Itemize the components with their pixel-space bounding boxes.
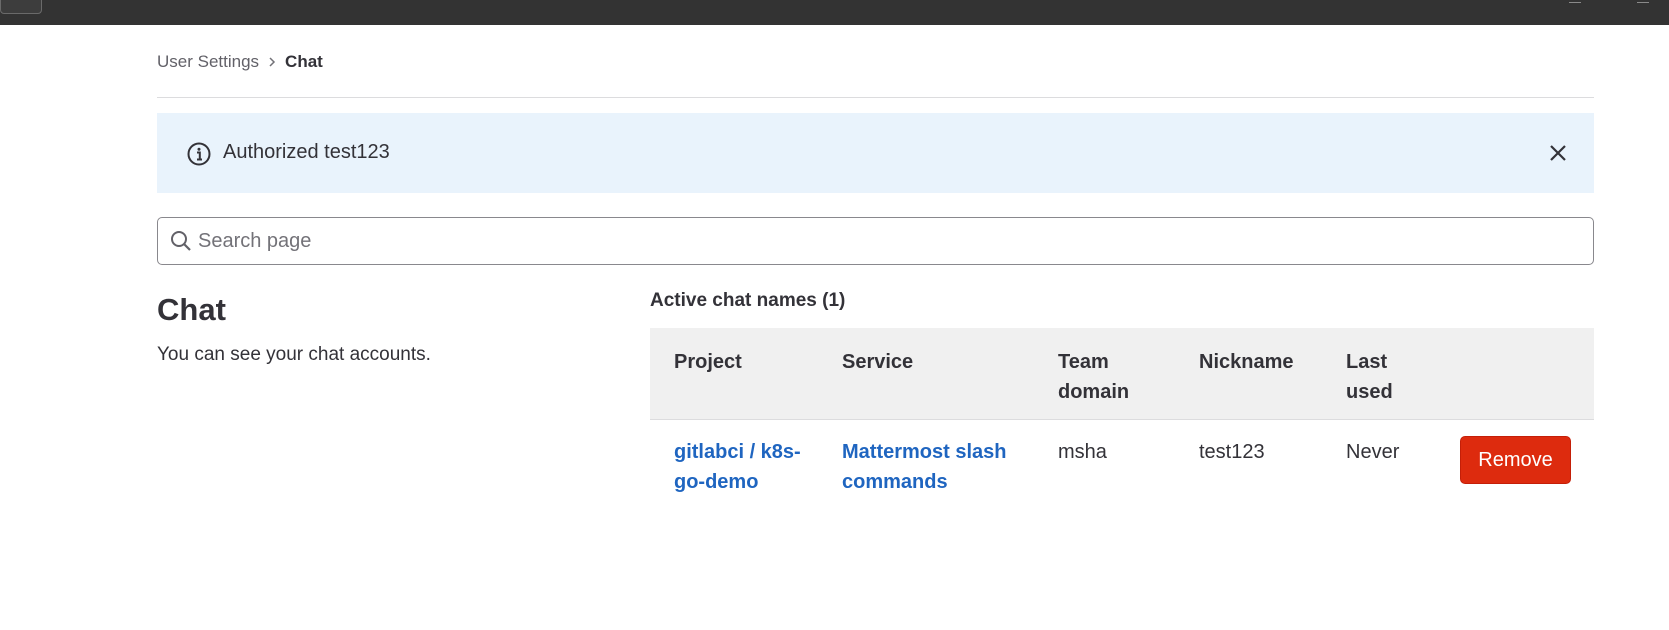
search-icon xyxy=(170,230,192,252)
cell-nickname: test123 xyxy=(1199,440,1265,463)
close-icon[interactable] xyxy=(1547,142,1569,164)
info-circle-icon xyxy=(186,141,212,167)
breadcrumb: User Settings Chat xyxy=(157,51,323,73)
cell-actions: Remove xyxy=(1436,419,1594,534)
chat-names-panel: Active chat names (1) Project Service Te… xyxy=(650,290,1594,493)
section-title: Chat xyxy=(157,292,226,327)
table-caption: Active chat names (1) xyxy=(650,290,846,311)
header-nickname: Nickname xyxy=(1199,351,1294,373)
search-box xyxy=(157,217,1594,265)
window-controls xyxy=(1569,0,1649,6)
table-header-row: Project Service Team domain Nickname Las… xyxy=(650,328,1594,419)
cell-team-domain: msha xyxy=(1058,440,1107,463)
cell-last-used: Never xyxy=(1346,440,1400,463)
breadcrumb-user-settings[interactable]: User Settings xyxy=(157,52,259,72)
section-description: You can see your chat accounts. xyxy=(157,344,431,365)
header-service: Service xyxy=(842,351,914,373)
chat-names-table: Project Service Team domain Nickname Las… xyxy=(650,328,1594,534)
settings-section-info: Chat You can see your chat accounts. xyxy=(157,290,617,366)
cell-project: gitlabci / k8s-go-demo xyxy=(650,419,818,534)
remove-button[interactable]: Remove xyxy=(1460,435,1571,484)
chevron-right-icon xyxy=(259,56,285,68)
alert-message: Authorized test123 xyxy=(223,141,390,163)
browser-top-bar xyxy=(0,0,1669,25)
breadcrumb-current: Chat xyxy=(285,52,323,71)
project-link[interactable]: gitlabci / k8s-go-demo xyxy=(674,441,801,493)
service-link[interactable]: Mattermost slash commands xyxy=(842,441,1007,493)
header-project: Project xyxy=(674,351,742,373)
header-actions xyxy=(1436,328,1594,419)
header-team-domain: Team domain xyxy=(1058,351,1130,403)
header-last-used: Last used xyxy=(1346,351,1393,403)
search-input[interactable] xyxy=(198,224,1578,258)
cell-service: Mattermost slash commands xyxy=(818,419,1034,534)
close-window-icon[interactable] xyxy=(1637,0,1649,3)
top-bar-button[interactable] xyxy=(0,0,42,14)
info-alert: Authorized test123 xyxy=(157,113,1594,193)
table-row: gitlabci / k8s-go-demo Mattermost slash … xyxy=(650,419,1594,534)
breadcrumb-divider xyxy=(157,97,1594,98)
minimize-icon[interactable] xyxy=(1569,0,1581,3)
